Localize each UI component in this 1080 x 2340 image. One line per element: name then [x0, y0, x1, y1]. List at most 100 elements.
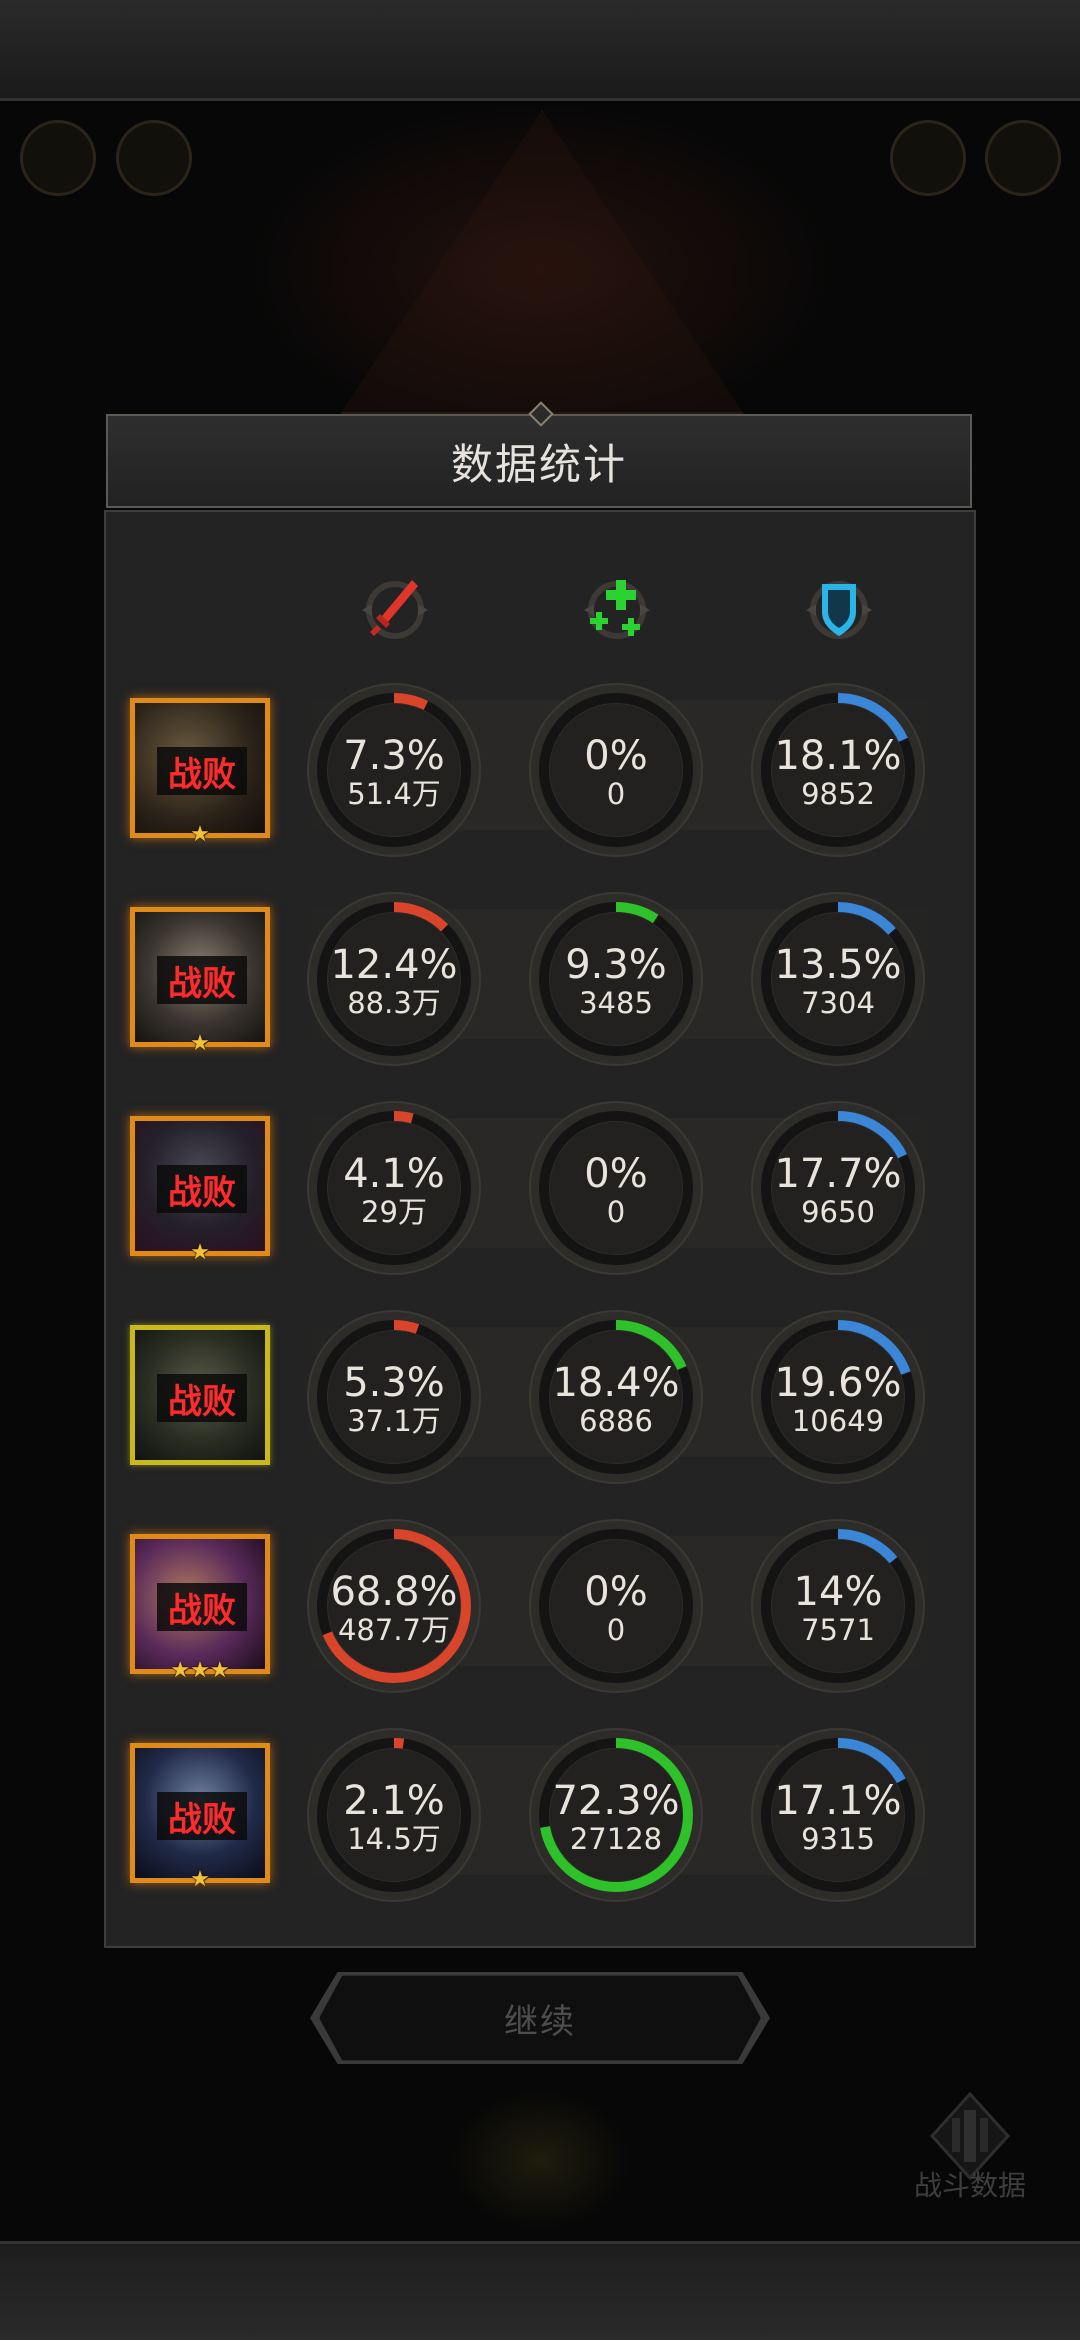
hero-avatar[interactable]: 战败: [130, 1743, 270, 1883]
top-frame-bar: [0, 0, 1080, 101]
heal-ring: 0% 0: [526, 1516, 706, 1696]
defense-shield-icon: [794, 570, 884, 646]
heal-ring: 0% 0: [526, 680, 706, 860]
heal-value: 0: [606, 1613, 626, 1647]
tank-value: 9650: [801, 1195, 875, 1229]
panel-title: 数据统计: [450, 439, 627, 489]
tank-value: 10649: [791, 1404, 885, 1438]
hero-stars: ★: [130, 1240, 270, 1266]
hero-stat-row: 战败 ★ 4.1% 29万 0% 0 17.7% 9650: [104, 1098, 976, 1298]
damage-percent: 12.4%: [330, 942, 458, 988]
heal-ring: 72.3% 27128: [526, 1725, 706, 1905]
tank-ring: 17.1% 9315: [748, 1725, 928, 1905]
damage-value: 51.4万: [347, 777, 441, 811]
background-gem-icon: [450, 2090, 630, 2230]
defeat-label-box: 战败: [157, 1583, 247, 1631]
star-icon: ★: [170, 1658, 191, 1683]
heal-value: 0: [606, 1195, 626, 1229]
hero-stars: ★: [130, 822, 270, 848]
defeat-label: 战败: [168, 963, 236, 1004]
heal-percent: 0%: [584, 1569, 648, 1615]
heal-percent: 9.3%: [565, 942, 667, 988]
hero-stars: ★ ★ ★: [130, 1658, 270, 1684]
tank-ring: 14% 7571: [748, 1516, 928, 1696]
heal-value: 6886: [579, 1404, 653, 1438]
heal-ring: 9.3% 3485: [526, 889, 706, 1069]
tank-percent: 17.1%: [774, 1778, 902, 1824]
background-auto-icon: [985, 120, 1061, 196]
hero-stars: [130, 1449, 270, 1475]
defeat-label: 战败: [168, 754, 236, 795]
star-icon: ★: [190, 1658, 210, 1683]
battle-data-button[interactable]: 战斗数据: [900, 2088, 1040, 2208]
hero-avatar[interactable]: 战败: [130, 1325, 270, 1465]
heal-value: 0: [606, 777, 626, 811]
star-icon: ★: [190, 822, 210, 847]
background-chat-icon: [116, 120, 192, 196]
star-icon: ★: [190, 1867, 210, 1892]
heal-ring: 18.4% 6886: [526, 1307, 706, 1487]
hero-avatar[interactable]: 战败: [130, 1116, 270, 1256]
star-icon: ★: [190, 1240, 210, 1265]
heal-percent: 0%: [584, 733, 648, 779]
tank-value: 9315: [801, 1822, 875, 1856]
hero-stat-row: 战败 ★ 12.4% 88.3万 9.3% 3485 13.5% 7304: [104, 889, 976, 1089]
damage-percent: 2.1%: [343, 1778, 445, 1824]
star-icon: ★: [209, 1658, 230, 1683]
star-icon: ★: [190, 1031, 210, 1056]
defeat-label-box: 战败: [157, 1792, 247, 1840]
damage-value: 29万: [361, 1195, 427, 1229]
damage-percent: 4.1%: [343, 1151, 445, 1197]
tank-ring: 18.1% 9852: [748, 680, 928, 860]
battle-result-screen: 数据统计 战败 ★ 7.3% 51.4万 0% 0 18.1% 9852 战败 …: [0, 0, 1080, 2340]
defeat-label-box: 战败: [157, 1165, 247, 1213]
continue-button[interactable]: 继续: [310, 1972, 770, 2064]
defeat-label-box: 战败: [157, 956, 247, 1004]
damage-percent: 7.3%: [343, 733, 445, 779]
tank-percent: 17.7%: [774, 1151, 902, 1197]
heal-percent: 72.3%: [552, 1778, 680, 1824]
defeat-label: 战败: [168, 1590, 236, 1631]
heal-value: 27128: [569, 1822, 663, 1856]
defeat-label-box: 战败: [157, 747, 247, 795]
background-speed-icon: [890, 120, 966, 196]
damage-value: 88.3万: [347, 986, 441, 1020]
tank-percent: 14%: [793, 1569, 883, 1615]
hero-stars: ★: [130, 1031, 270, 1057]
defeat-label: 战败: [168, 1172, 236, 1213]
damage-percent: 5.3%: [343, 1360, 445, 1406]
battle-data-label: 战斗数据: [913, 2169, 1026, 2202]
damage-value: 487.7万: [337, 1613, 451, 1647]
hero-stat-row: 战败 5.3% 37.1万 18.4% 6886 19.6% 10649: [104, 1307, 976, 1507]
damage-ring: 4.1% 29万: [304, 1098, 484, 1278]
heal-percent: 0%: [584, 1151, 648, 1197]
defeat-label: 战败: [168, 1381, 236, 1422]
tank-value: 9852: [801, 777, 875, 811]
hero-avatar[interactable]: 战败: [130, 1534, 270, 1674]
hero-stars: ★: [130, 1867, 270, 1893]
background-back-icon: [20, 120, 96, 196]
continue-label: 继续: [504, 2001, 576, 2042]
bottom-frame-bar: [0, 2241, 1080, 2340]
tank-ring: 19.6% 10649: [748, 1307, 928, 1487]
damage-ring: 12.4% 88.3万: [304, 889, 484, 1069]
damage-ring: 2.1% 14.5万: [304, 1725, 484, 1905]
damage-percent: 68.8%: [330, 1569, 458, 1615]
hero-stat-row: 战败 ★ 2.1% 14.5万 72.3% 27128 17.1% 9315: [104, 1725, 976, 1925]
tank-percent: 19.6%: [774, 1360, 902, 1406]
hero-avatar[interactable]: 战败: [130, 698, 270, 838]
tank-percent: 18.1%: [774, 733, 902, 779]
heal-ring: 0% 0: [526, 1098, 706, 1278]
tank-ring: 13.5% 7304: [748, 889, 928, 1069]
damage-ring: 5.3% 37.1万: [304, 1307, 484, 1487]
tank-value: 7571: [801, 1613, 875, 1647]
heal-percent: 18.4%: [552, 1360, 680, 1406]
defeat-label: 战败: [168, 1799, 236, 1840]
heal-value: 3485: [579, 986, 653, 1020]
stats-panel-header: 数据统计: [106, 401, 972, 508]
damage-sword-icon: [350, 570, 440, 646]
hero-stat-row: 战败 ★ ★ ★ 68.8% 487.7万 0% 0 14% 7571: [104, 1516, 976, 1716]
hero-avatar[interactable]: 战败: [130, 907, 270, 1047]
damage-value: 37.1万: [347, 1404, 441, 1438]
hero-stat-row: 战败 ★ 7.3% 51.4万 0% 0 18.1% 9852: [104, 680, 976, 880]
